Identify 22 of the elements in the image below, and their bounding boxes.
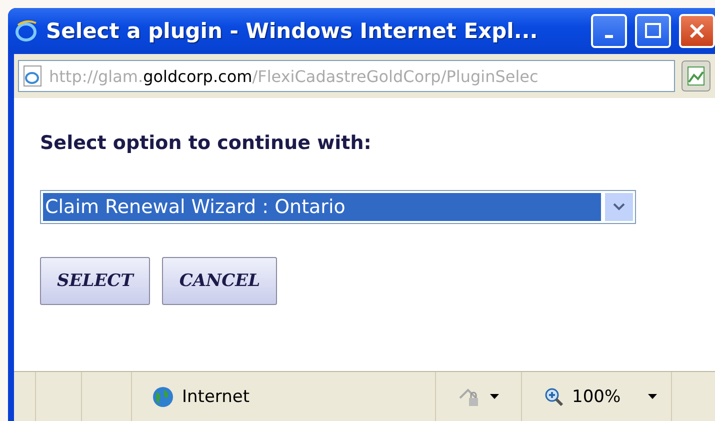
window-title: Select a plugin - Windows Internet Expl... xyxy=(46,19,538,43)
caret-icon xyxy=(613,203,625,211)
zone-label: Internet xyxy=(182,386,250,406)
picture-icon[interactable] xyxy=(681,60,711,92)
heading: Select option to continue with: xyxy=(40,132,372,154)
option-dropdown[interactable]: Claim Renewal Wizard : Ontario xyxy=(40,190,636,224)
minimize-button[interactable] xyxy=(591,14,627,48)
close-button[interactable] xyxy=(679,14,715,48)
globe-icon xyxy=(152,386,174,408)
dropdown-arrow-icon[interactable] xyxy=(648,394,657,400)
address-field[interactable]: http://glam.goldcorp.com/FlexiCadastreGoldCorp/PluginSelec xyxy=(18,60,675,92)
browser-logo-icon xyxy=(14,19,38,43)
maximize-icon xyxy=(645,23,661,39)
close-icon xyxy=(689,23,705,39)
page-icon xyxy=(23,65,43,87)
zoom-level[interactable]: 100% xyxy=(572,386,621,406)
select-button[interactable]: SELECT xyxy=(40,257,150,305)
dropdown-arrow-icon[interactable] xyxy=(490,394,499,400)
minimize-icon xyxy=(605,34,613,38)
zoom-icon[interactable] xyxy=(544,386,564,406)
maximize-button[interactable] xyxy=(635,14,671,48)
cancel-button[interactable]: CANCEL xyxy=(162,257,278,305)
